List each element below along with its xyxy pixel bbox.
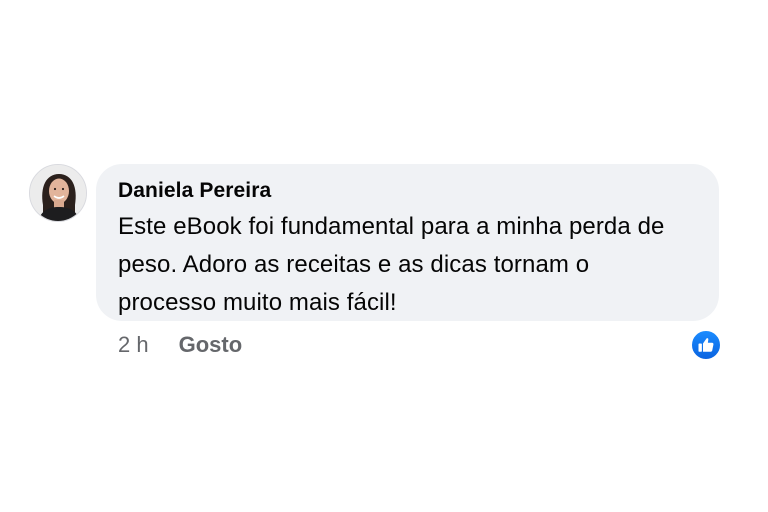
reaction-badge[interactable] <box>690 329 722 361</box>
comment-bubble: Daniela Pereira Este eBook foi fundament… <box>96 164 719 321</box>
comment-text: Este eBook foi fundamental para a minha … <box>118 213 665 316</box>
thumbs-up-icon <box>698 338 714 352</box>
avatar[interactable] <box>29 164 87 222</box>
comment-timestamp[interactable]: 2 h <box>118 332 149 358</box>
profile-photo <box>30 165 86 221</box>
comment: Daniela Pereira Este eBook foi fundament… <box>0 0 768 512</box>
like-button[interactable]: Gosto <box>179 332 243 358</box>
comment-author[interactable]: Daniela Pereira <box>118 177 697 205</box>
comment-meta: 2 h Gosto <box>118 330 242 360</box>
